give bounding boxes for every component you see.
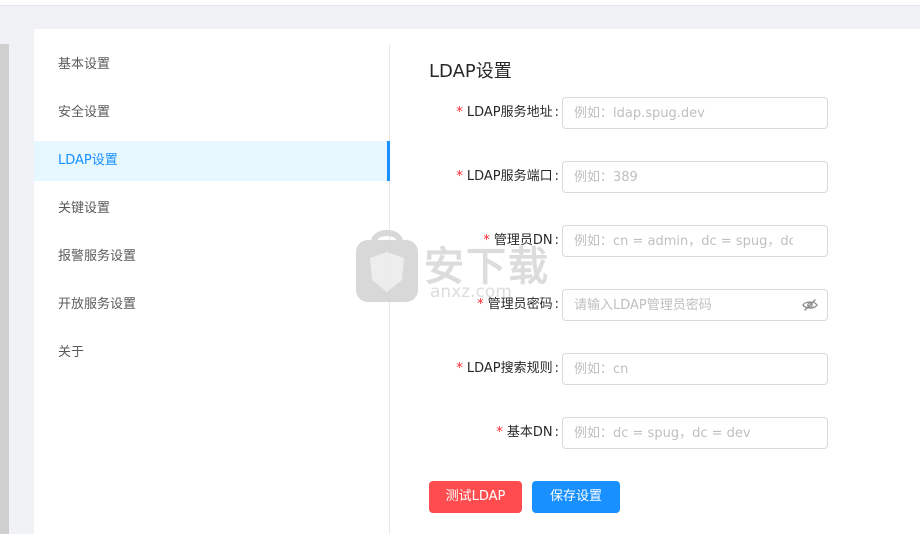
left-scroll-edge xyxy=(0,44,9,534)
save-settings-button[interactable]: 保存设置 xyxy=(532,481,620,513)
field-label: * LDAP搜索规则: xyxy=(456,353,559,385)
base-dn-input[interactable] xyxy=(562,417,828,449)
required-mark: * xyxy=(496,425,503,440)
watermark: 安下载 anxz.com xyxy=(352,224,572,306)
top-header-bar xyxy=(0,0,920,6)
admin-password-input[interactable] xyxy=(562,289,828,321)
field-label-text: LDAP服务地址 xyxy=(466,105,553,120)
required-mark: * xyxy=(456,169,463,184)
shield-bag-icon xyxy=(356,230,418,302)
field-label-text: LDAP服务端口 xyxy=(466,169,553,184)
field-label: * LDAP服务地址: xyxy=(456,97,559,129)
watermark-subtext: anxz.com xyxy=(430,282,512,302)
sidebar-item-open-service[interactable]: 开放服务设置 xyxy=(34,285,389,325)
ldap-address-input[interactable] xyxy=(562,97,828,129)
sidebar-item-alarm-service[interactable]: 报警服务设置 xyxy=(34,237,389,277)
required-mark: * xyxy=(456,105,463,120)
admin-dn-input[interactable] xyxy=(562,225,828,257)
ldap-port-input[interactable] xyxy=(562,161,828,193)
required-mark: * xyxy=(456,361,463,376)
sidebar-item-about[interactable]: 关于 xyxy=(34,333,389,373)
field-label-text: 基本DN xyxy=(506,425,553,440)
page-title: LDAP设置 xyxy=(429,61,512,82)
field-label: * 基本DN: xyxy=(496,417,559,449)
label-colon: : xyxy=(554,425,559,440)
eye-invisible-icon[interactable] xyxy=(802,298,818,312)
field-label-text: LDAP搜索规则 xyxy=(466,361,553,376)
sidebar-item-security[interactable]: 安全设置 xyxy=(34,93,389,133)
sidebar-item-ldap[interactable]: LDAP设置 xyxy=(34,141,390,181)
sidebar-item-key[interactable]: 关键设置 xyxy=(34,189,389,229)
form-row-ldap-address: * LDAP服务地址: xyxy=(429,97,920,129)
form-row-ldap-search-rule: * LDAP搜索规则: xyxy=(429,353,920,385)
label-colon: : xyxy=(554,105,559,120)
label-colon: : xyxy=(554,361,559,376)
label-colon: : xyxy=(554,169,559,184)
form-row-base-dn: * 基本DN: xyxy=(429,417,920,449)
settings-sidebar: 基本设置 安全设置 LDAP设置 关键设置 报警服务设置 开放服务设置 关于 xyxy=(34,45,390,534)
ldap-search-rule-input[interactable] xyxy=(562,353,828,385)
test-ldap-button[interactable]: 测试LDAP xyxy=(429,481,522,513)
sidebar-item-basic[interactable]: 基本设置 xyxy=(34,45,389,85)
form-row-ldap-port: * LDAP服务端口: xyxy=(429,161,920,193)
field-label: * LDAP服务端口: xyxy=(456,161,559,193)
